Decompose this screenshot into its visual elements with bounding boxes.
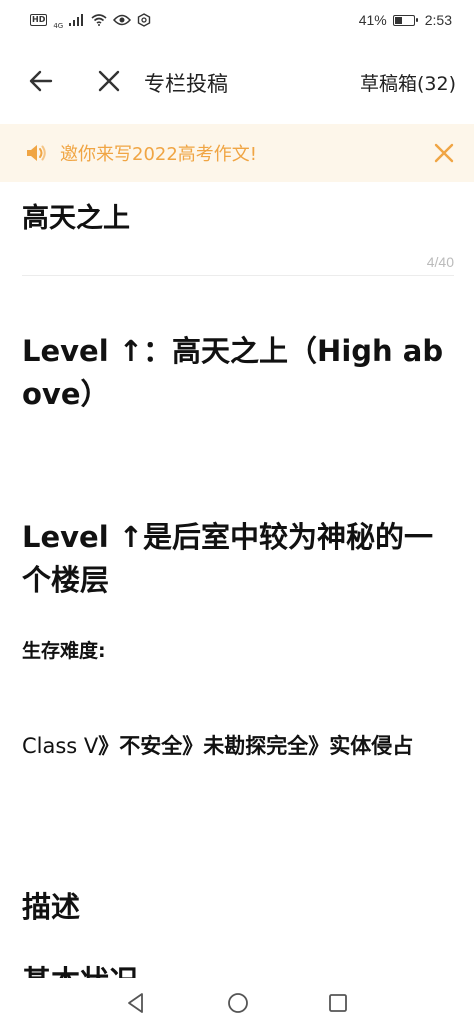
- banner-close-icon[interactable]: [432, 141, 456, 165]
- speaker-icon: [27, 145, 46, 161]
- back-button[interactable]: [26, 66, 56, 96]
- page-title: 专栏投稿: [144, 72, 228, 96]
- close-button[interactable]: [94, 66, 124, 96]
- arrow-left-icon: [29, 70, 53, 92]
- wifi-icon: [91, 14, 107, 26]
- editor-block-heading-intro[interactable]: Level ↑是后室中较为神秘的一个楼层: [22, 516, 460, 602]
- heading-partial[interactable]: 基本状况: [22, 958, 460, 978]
- heading-intro[interactable]: Level ↑是后室中较为神秘的一个楼层: [22, 516, 460, 602]
- editor-block-description[interactable]: 描述: [22, 886, 460, 929]
- class-rest: 》不安全》未勘探完全》实体侵占: [98, 734, 414, 758]
- heading-description[interactable]: 描述: [22, 886, 460, 929]
- battery-icon: [392, 14, 418, 26]
- settings-hex-icon: [138, 13, 151, 27]
- editor-block-heading-level[interactable]: Level ↑：高天之上（High above）: [22, 330, 460, 416]
- drafts-button[interactable]: 草稿箱(32): [360, 69, 456, 96]
- system-nav-bar: [0, 979, 474, 1027]
- class-prefix: Class V: [22, 734, 99, 758]
- survival-label[interactable]: 生存难度:: [22, 636, 460, 666]
- title-input[interactable]: 高天之上: [22, 196, 454, 242]
- title-char-counter: 4/40: [426, 254, 454, 270]
- network-badge: 4G: [53, 22, 64, 30]
- status-right: 41% 2:53: [359, 12, 452, 28]
- promo-banner[interactable]: 邀你来写2022高考作文!: [0, 124, 474, 182]
- hd-badge: HD: [30, 14, 48, 26]
- eye-icon: [113, 14, 132, 26]
- editor-block-survival[interactable]: 生存难度:: [22, 636, 460, 666]
- clock: 2:53: [424, 12, 452, 28]
- circle-home-icon[interactable]: [226, 991, 250, 1015]
- editor-block-class[interactable]: Class V》不安全》未勘探完全》实体侵占: [22, 726, 460, 766]
- banner-text[interactable]: 邀你来写2022高考作文!: [60, 140, 257, 166]
- status-bar: HD 4G 41% 2:53: [0, 0, 474, 40]
- signal-icon: [69, 14, 84, 26]
- triangle-back-icon[interactable]: [124, 991, 148, 1015]
- heading-level[interactable]: Level ↑：高天之上（High above）: [22, 330, 460, 416]
- app-bar: 专栏投稿 草稿箱(32): [0, 40, 474, 122]
- status-left: HD 4G: [30, 10, 151, 30]
- title-divider: [22, 275, 454, 276]
- editor-block-partial[interactable]: 基本状况: [22, 958, 460, 978]
- battery-percent: 41%: [358, 12, 387, 28]
- square-recent-icon[interactable]: [326, 991, 350, 1015]
- close-icon: [98, 70, 120, 92]
- battery-fill: [394, 16, 403, 24]
- class-line[interactable]: Class V》不安全》未勘探完全》实体侵占: [22, 726, 460, 766]
